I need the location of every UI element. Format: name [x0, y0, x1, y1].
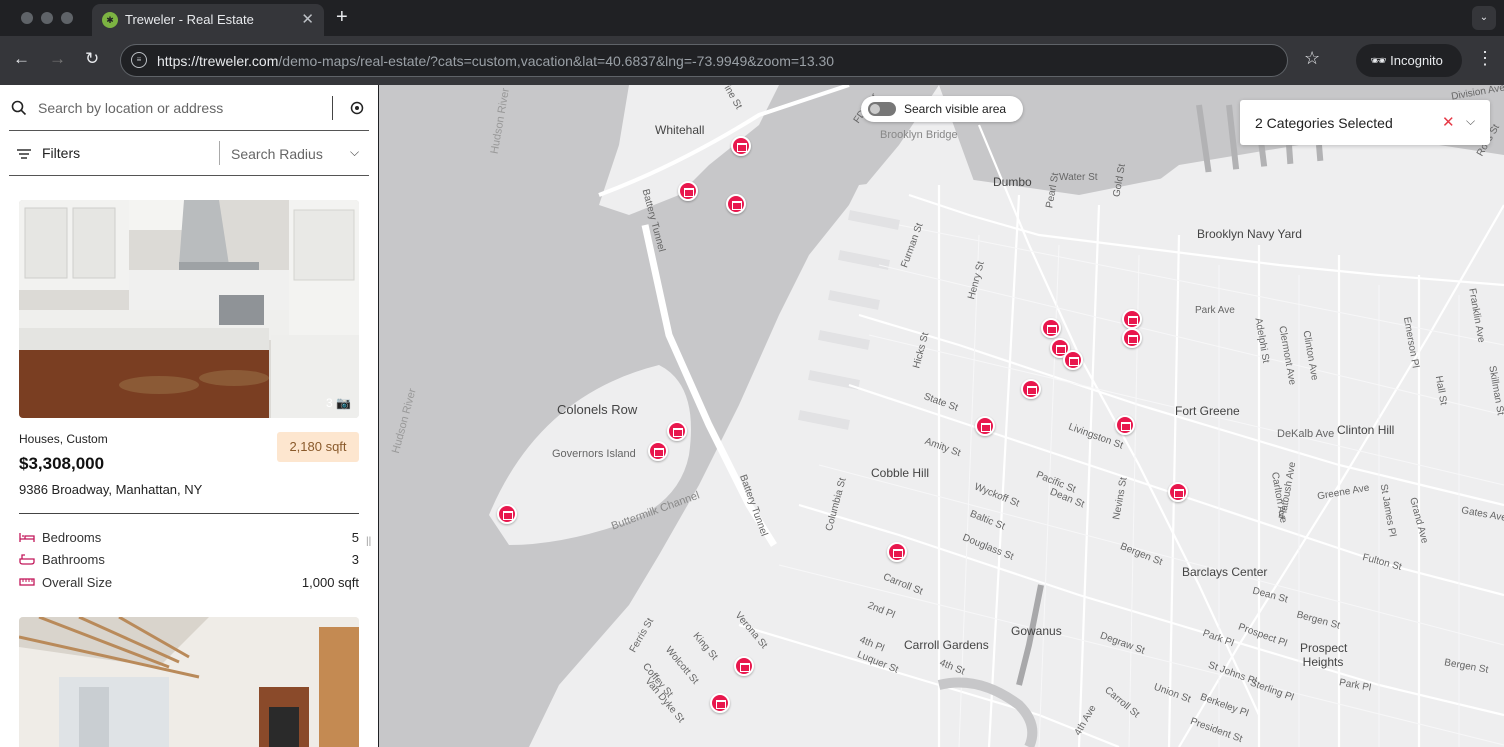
address-bar[interactable]: ≡ https://treweler.com/demo-maps/real-es…	[120, 44, 1288, 77]
spec-value: 5	[351, 530, 359, 545]
map-label: Barclays Center	[1182, 565, 1268, 579]
map-label: Carroll Gardens	[904, 638, 989, 652]
search-divider	[332, 96, 333, 120]
property-pin[interactable]	[731, 136, 751, 156]
kitchen-photo-illustration	[19, 200, 359, 418]
spec-label: Bathrooms	[42, 552, 105, 567]
property-pin[interactable]	[667, 421, 687, 441]
url-host: https://treweler.com	[157, 53, 279, 69]
close-window-button[interactable]	[21, 12, 33, 24]
listing-photo-2[interactable]	[19, 617, 359, 747]
maximize-window-button[interactable]	[61, 12, 73, 24]
listing-price: $3,308,000	[19, 454, 105, 473]
search-input[interactable]: Search by location or address	[38, 100, 223, 116]
property-pin[interactable]	[1122, 309, 1142, 329]
listing-sidebar: Search by location or address Filters Se…	[0, 85, 378, 747]
filters-button[interactable]: Filters	[42, 145, 80, 161]
bath-icon	[19, 554, 35, 565]
back-arrow-icon[interactable]: ←	[13, 49, 30, 69]
property-pin[interactable]	[678, 181, 698, 201]
filter-bar: Filters Search Radius ⌵	[9, 131, 369, 176]
search-radius-select[interactable]: Search Radius	[231, 146, 323, 162]
filter-icon[interactable]	[17, 149, 31, 159]
property-pin[interactable]	[1122, 328, 1142, 348]
url-text[interactable]: https://treweler.com/demo-maps/real-esta…	[157, 53, 834, 69]
category-select[interactable]: 2 Categories Selected ✕ ⌵	[1240, 100, 1490, 145]
map-label: DeKalb Ave	[1277, 428, 1335, 440]
browser-menu-icon[interactable]: ⋮	[1476, 48, 1494, 69]
tab-close-icon[interactable]: ✕	[301, 10, 314, 28]
listing-divider	[19, 513, 359, 514]
map-label: Water St	[1059, 172, 1098, 183]
map-label: Cobble Hill	[871, 466, 930, 480]
map-label: Brooklyn Navy Yard	[1197, 227, 1302, 241]
map-label: Fort Greene	[1175, 404, 1240, 418]
minimize-window-button[interactable]	[41, 12, 53, 24]
interior-photo-illustration	[19, 617, 359, 747]
spec-value: 3	[351, 552, 359, 567]
property-pin[interactable]	[1021, 379, 1041, 399]
property-pin[interactable]	[648, 441, 668, 461]
browser-toolbar: ← → ↻ ≡ https://treweler.com/demo-maps/r…	[0, 36, 1504, 85]
map-label: Dumbo	[993, 175, 1032, 189]
tab-search-chevron-icon[interactable]: ⌄	[1472, 6, 1496, 30]
camera-icon: 📷	[336, 396, 351, 410]
listing-photo[interactable]: 3 📷	[19, 200, 359, 418]
tab-title: Treweler - Real Estate	[125, 12, 254, 27]
favicon-icon: ✱	[102, 12, 118, 28]
locate-me-icon[interactable]	[349, 100, 365, 116]
property-pin[interactable]	[726, 194, 746, 214]
photo-count: 3 📷	[326, 396, 351, 410]
property-pin[interactable]	[1168, 482, 1188, 502]
map-label: Prospect Heights	[1300, 641, 1348, 669]
area-badge: 2,180 sqft	[277, 432, 359, 462]
property-pin[interactable]	[734, 656, 754, 676]
search-visible-area-toggle[interactable]: Search visible area	[861, 96, 1023, 122]
property-pin[interactable]	[1063, 350, 1083, 370]
browser-tab-strip: ✱ Treweler - Real Estate ✕ + ⌄	[0, 0, 1504, 36]
listing-categories: Houses, Custom	[19, 432, 108, 446]
incognito-label: Incognito	[1390, 53, 1443, 68]
map-label: Clinton Hill	[1337, 423, 1395, 437]
ruler-icon	[19, 578, 35, 586]
property-pin[interactable]	[1115, 415, 1135, 435]
url-path: /demo-maps/real-estate/?cats=custom,vaca…	[278, 53, 835, 69]
listing-address: 9386 Broadway, Manhattan, NY	[19, 482, 203, 497]
spec-value: 1,000 sqft	[301, 575, 359, 590]
filter-divider	[219, 141, 220, 165]
reload-icon[interactable]: ↻	[85, 49, 99, 69]
toggle-label: Search visible area	[904, 102, 1007, 116]
map-label: Governors Island	[552, 448, 636, 460]
map-canvas[interactable]: Whitehall Brooklyn Bridge Dumbo Water St…	[379, 85, 1504, 747]
map-label: Park Ave	[1195, 305, 1235, 316]
property-pin[interactable]	[887, 542, 907, 562]
property-pin[interactable]	[710, 693, 730, 713]
browser-tab[interactable]: ✱ Treweler - Real Estate ✕	[92, 4, 324, 36]
listing-card[interactable]: 3 📷 Houses, Custom 2,180 sqft $3,308,000…	[19, 200, 359, 590]
incognito-icon: 🕶	[1370, 53, 1387, 68]
new-tab-button[interactable]: +	[336, 6, 348, 29]
chevron-down-icon[interactable]: ⌵	[350, 145, 359, 160]
property-pin[interactable]	[975, 416, 995, 436]
category-select-value: 2 Categories Selected	[1255, 115, 1393, 131]
forward-arrow-icon[interactable]: →	[49, 49, 66, 69]
toggle-switch[interactable]	[868, 102, 896, 116]
property-pin[interactable]	[497, 504, 517, 524]
spec-label: Bedrooms	[42, 530, 102, 545]
map-label: Gowanus	[1011, 624, 1062, 638]
search-icon	[11, 100, 27, 116]
map-label: Colonels Row	[557, 402, 638, 417]
map-label: Whitehall	[655, 123, 705, 137]
spec-label: Overall Size	[42, 575, 113, 590]
bed-icon	[19, 533, 35, 542]
site-info-icon[interactable]: ≡	[131, 52, 147, 68]
chevron-down-icon[interactable]: ⌵	[1466, 114, 1475, 129]
search-bar: Search by location or address	[9, 85, 369, 131]
bookmark-star-icon[interactable]: ☆	[1304, 48, 1320, 69]
incognito-indicator[interactable]: 🕶 Incognito	[1356, 44, 1462, 77]
map-label: Brooklyn Bridge	[880, 129, 958, 141]
property-pin[interactable]	[1041, 318, 1061, 338]
clear-icon[interactable]: ✕	[1442, 113, 1455, 131]
panel-resize-handle[interactable]: ||	[366, 536, 371, 547]
